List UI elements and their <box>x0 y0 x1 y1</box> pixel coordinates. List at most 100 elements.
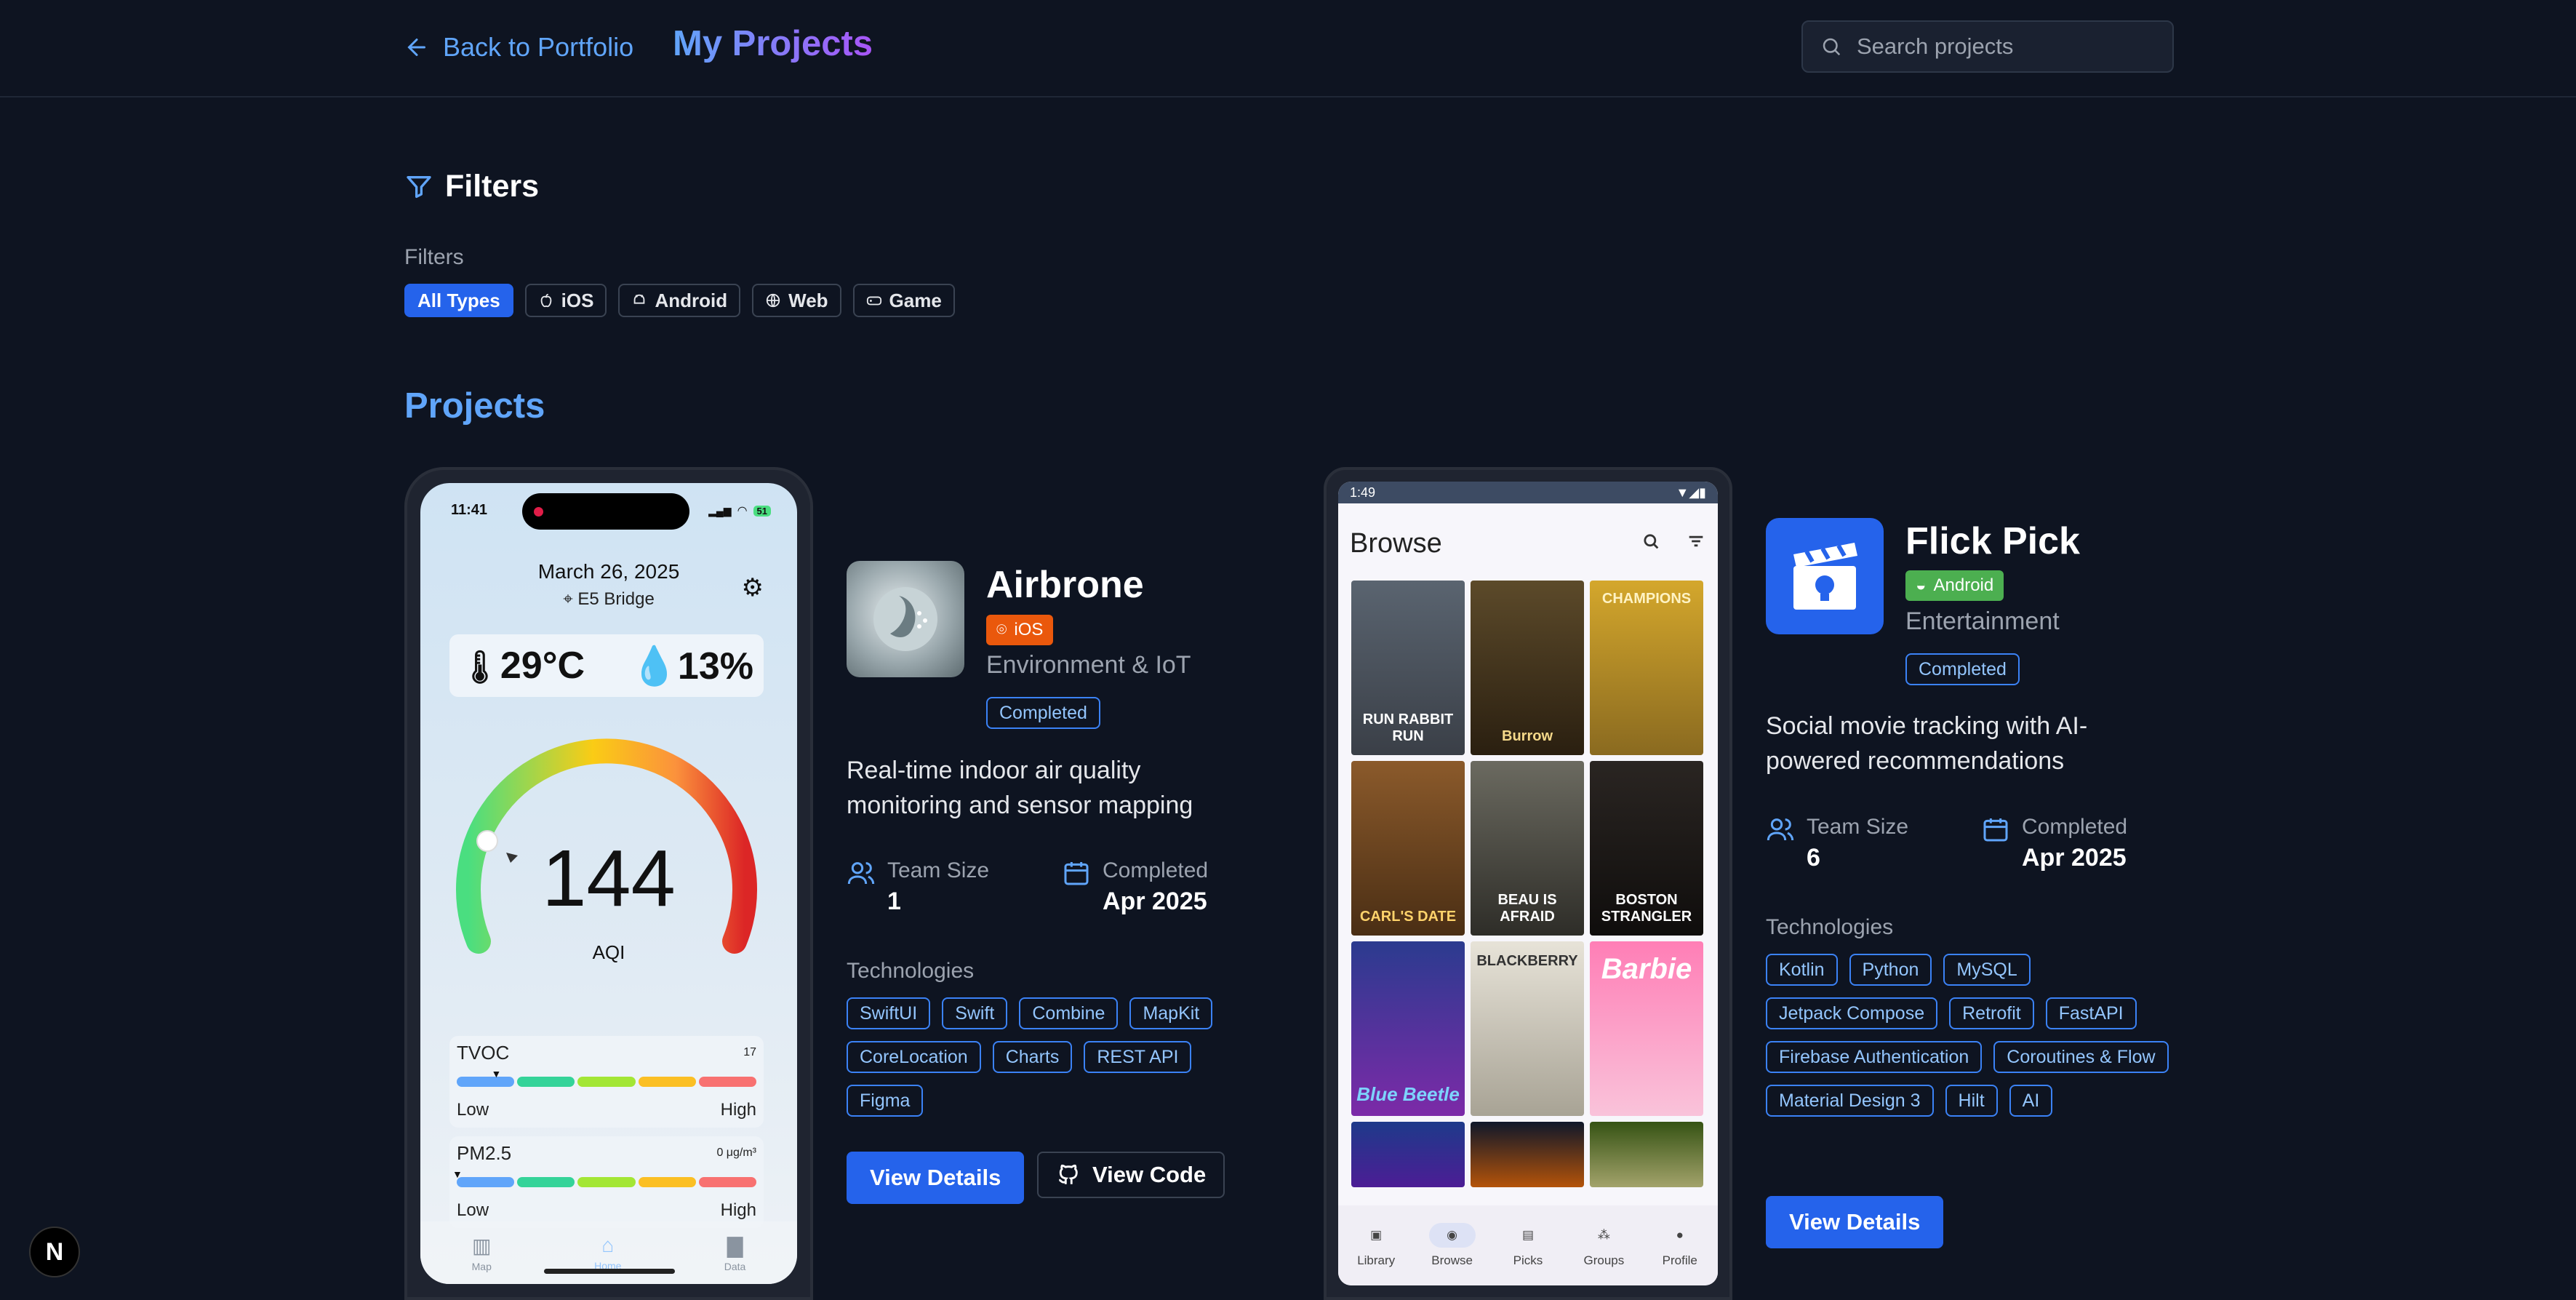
airbrone-view-code-button[interactable]: View Code <box>1037 1152 1225 1198</box>
record-dot <box>534 507 543 517</box>
status-icons: ▂▄▆ ◠ 51 <box>708 503 771 518</box>
tech-tag: Hilt <box>1945 1085 1998 1117</box>
filters-heading: Filters <box>404 169 539 204</box>
movie-poster[interactable] <box>1590 1122 1703 1187</box>
desc-line: monitoring and sensor mapping <box>847 791 1193 819</box>
tech-tag: SwiftUI <box>847 997 931 1029</box>
wave-logo-icon <box>873 587 937 651</box>
desc-line: powered recommendations <box>1766 747 2065 775</box>
tech-tag: Python <box>1849 954 1932 986</box>
next-dev-badge[interactable]: N <box>29 1227 80 1277</box>
pm25-value: 0 μg/m³ <box>716 1147 756 1159</box>
movie-poster[interactable]: Burrow <box>1471 581 1584 755</box>
status-time: 1:49 <box>1350 484 1376 500</box>
movie-poster[interactable]: Blue Beetle <box>1351 941 1465 1116</box>
github-icon <box>1058 1164 1078 1184</box>
aqi-value: 144 <box>542 834 676 923</box>
tech-tag: AI <box>2009 1085 2053 1117</box>
poster-grid: RUN RABBIT RUN Burrow CHAMPIONS CARL'S D… <box>1351 581 1711 1187</box>
airbrone-title: Airbrone <box>986 564 1144 606</box>
android-status-bar: 1:49 ▼◢▮ <box>1338 482 1718 503</box>
filter-chip-android[interactable]: Android <box>618 284 741 317</box>
search-box[interactable] <box>1801 20 2174 73</box>
bar-chart-icon: ▇ <box>727 1234 743 1257</box>
filter-chip-web[interactable]: Web <box>752 284 841 317</box>
filter-chip-ios[interactable]: iOS <box>524 284 607 317</box>
arrow-left-icon <box>407 39 425 56</box>
calendar-icon <box>1064 862 1089 885</box>
flickpick-tech-tags: Kotlin Python MySQL Jetpack Compose Retr… <box>1766 954 2173 1117</box>
android-icon <box>634 294 645 304</box>
tab-label: Map <box>471 1260 492 1272</box>
movie-poster[interactable]: CARL'S DATE <box>1351 761 1465 936</box>
location-text: E5 Bridge <box>577 589 655 609</box>
filter-chip-game[interactable]: Game <box>852 284 955 317</box>
nav-label: Picks <box>1513 1253 1543 1267</box>
movie-poster[interactable]: BLACKBERRY <box>1471 941 1584 1116</box>
android-screen: 1:49 ▼◢▮ Browse RUN RABBIT RUN Burrow CH… <box>1338 482 1718 1285</box>
tech-tag: Material Design 3 <box>1766 1085 1934 1117</box>
flickpick-view-details-button[interactable]: View Details <box>1766 1196 1944 1248</box>
airbrone-tech-tags: SwiftUI Swift Combine MapKit CoreLocatio… <box>847 997 1239 1117</box>
filter-chip-all[interactable]: All Types <box>404 284 513 317</box>
movie-poster[interactable] <box>1351 1122 1465 1187</box>
flickpick-platform-badge: ◒ Android <box>1905 570 2004 601</box>
tab-home[interactable]: ⌂ Home <box>594 1234 621 1272</box>
tech-tag: Firebase Authentication <box>1766 1041 1983 1073</box>
flickpick-team-size: Team Size 6 <box>1766 815 1908 872</box>
movie-poster[interactable]: RUN RABBIT RUN <box>1351 581 1465 755</box>
ios-screen: 11:41 ▂▄▆ ◠ 51 March 26, 2025 ⌖ E5 Bridg… <box>420 483 797 1284</box>
signal-icon: ▂▄▆ <box>708 504 732 517</box>
tab-data[interactable]: ▇ Data <box>724 1234 746 1272</box>
map-icon: ▥ <box>472 1234 492 1257</box>
movie-poster[interactable]: Barbie <box>1590 941 1703 1116</box>
status-icons: ▼◢▮ <box>1676 484 1706 500</box>
movie-poster[interactable]: CHAMPIONS <box>1590 581 1703 755</box>
tech-tag: CoreLocation <box>847 1041 981 1073</box>
chip-label: Android <box>655 289 728 311</box>
tech-tag: Coroutines & Flow <box>1993 1041 2169 1073</box>
android-icon: ◒ <box>1916 575 1927 595</box>
flickpick-app-icon <box>1766 518 1884 634</box>
flickpick-description: Social movie tracking with AI-powered re… <box>1766 709 2087 778</box>
tech-tag: Retrofit <box>1949 997 2034 1029</box>
nav-label: Profile <box>1662 1253 1697 1267</box>
apple-icon: ⌾ <box>996 620 1007 639</box>
flickpick-completed: Completed Apr 2025 <box>1981 815 2127 872</box>
filter-chips: All Types iOS Android Web Game <box>404 284 955 317</box>
chip-label: Game <box>889 289 942 311</box>
tvoc-card: TVOC 17 ▼ Low High <box>449 1036 764 1128</box>
nav-picks[interactable]: ▤ Picks <box>1505 1223 1551 1268</box>
gear-icon[interactable]: ⚙ <box>742 573 764 602</box>
movie-poster[interactable] <box>1471 1122 1584 1187</box>
filter-list-icon[interactable] <box>1686 531 1706 551</box>
location-pin-icon: ⌖ <box>563 589 578 609</box>
search-icon[interactable] <box>1641 531 1661 551</box>
back-label: Back to Portfolio <box>443 32 634 62</box>
browse-title: Browse <box>1350 528 1442 559</box>
library-icon: ▣ <box>1370 1228 1383 1242</box>
nav-browse[interactable]: ◉ Browse <box>1428 1223 1476 1268</box>
projects-heading: Projects <box>404 386 545 426</box>
nav-profile[interactable]: ● Profile <box>1657 1223 1703 1268</box>
aqi-label: AQI <box>592 941 625 963</box>
groups-icon: ⁂ <box>1597 1228 1610 1242</box>
tech-tag: Kotlin <box>1766 954 1838 986</box>
desc-line: Social movie tracking with AI- <box>1766 712 2088 740</box>
airbrone-view-details-button[interactable]: View Details <box>847 1152 1025 1204</box>
tech-tag: Combine <box>1019 997 1119 1029</box>
nav-library[interactable]: ▣ Library <box>1353 1223 1399 1268</box>
tvoc-marker: ▼ <box>491 1068 502 1080</box>
platform-label: iOS <box>1014 620 1044 639</box>
airbrone-category: Environment & IoT <box>986 651 1191 679</box>
movie-poster[interactable]: BOSTON STRANGLER <box>1590 761 1703 936</box>
completed-value: Apr 2025 <box>1103 888 1207 915</box>
back-to-portfolio-link[interactable]: Back to Portfolio <box>404 29 633 65</box>
movie-poster[interactable]: BEAU IS AFRAID <box>1471 761 1584 936</box>
search-input[interactable] <box>1857 33 2162 60</box>
tab-map[interactable]: ▥ Map <box>472 1234 492 1272</box>
clapperboard-bulb-icon <box>1793 543 1857 610</box>
temperature: 🌡29°C <box>460 644 585 687</box>
apple-icon <box>540 293 552 308</box>
nav-groups[interactable]: ⁂ Groups <box>1580 1223 1627 1268</box>
